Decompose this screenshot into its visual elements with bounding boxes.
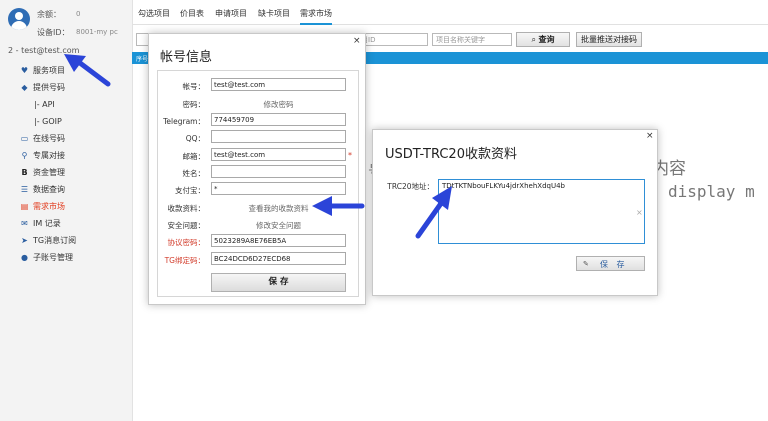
account-dialog-close-icon[interactable]: × — [353, 36, 361, 46]
balance-value: 0 — [76, 10, 81, 18]
protocol-password-field[interactable]: 5023289A8E76EB5A — [211, 234, 346, 247]
sidebar-item-goip[interactable]: |- GOIP — [0, 113, 132, 130]
trc20-address-field[interactable]: TDtTKTNbouFLKYu4jdrXhehXdqU4b — [438, 179, 645, 244]
sidebar-item-label: 专属对接 — [33, 151, 65, 160]
table-header-label: 序号 — [136, 56, 149, 63]
sidebar-item-label: |- GOIP — [34, 117, 62, 126]
bitcoin-icon: B — [21, 168, 28, 177]
sidebar-item-sub-accounts[interactable]: ● 子账号管理 — [0, 249, 132, 266]
document-icon: ▤ — [20, 202, 29, 211]
sidebar-item-label: 服务项目 — [33, 66, 65, 75]
diamond-icon: ◆ — [21, 83, 28, 92]
sidebar-item-label: TG消息订阅 — [33, 236, 77, 245]
telegram-icon: ➤ — [21, 236, 28, 245]
qq-field[interactable] — [211, 130, 346, 143]
email-field[interactable]: test@test.com — [211, 148, 346, 161]
tab-checked-items[interactable]: 勾选项目 — [138, 8, 170, 19]
account-dialog-title: 帐号信息 — [160, 50, 213, 65]
monitor-icon: ▭ — [20, 134, 29, 143]
batch-push-button[interactable]: 批量推送对接码 — [576, 32, 642, 47]
usdt-save-button[interactable]: ✎ 保 存 — [576, 256, 645, 271]
tab-missing-cards[interactable]: 缺卡项目 — [258, 8, 290, 19]
pen-icon: ✎ — [583, 260, 589, 268]
collection-label: 收款资料： — [167, 204, 206, 213]
email-label: 邮箱： — [182, 152, 206, 161]
account-save-button[interactable]: 保 存 — [211, 273, 346, 292]
email-required-mark: * — [348, 151, 352, 160]
sidebar-item-data-query[interactable]: ☰ 数据查询 — [0, 181, 132, 198]
name-field[interactable] — [211, 165, 346, 178]
sidebar-item-label: IM 记录 — [33, 219, 61, 228]
password-label: 密码： — [182, 100, 206, 109]
sidebar-item-label: 子账号管理 — [33, 253, 73, 262]
sidebar-menu: ♥ 服务项目 ◆ 提供号码 |- API |- GOIP ▭ 在线号码 ⚲ 专属… — [0, 62, 132, 266]
heart-icon: ♥ — [20, 66, 29, 75]
clear-icon[interactable]: × — [636, 208, 643, 217]
search-button-label: 查询 — [538, 35, 555, 44]
change-security-link[interactable]: 修改安全问题 — [211, 220, 346, 231]
search-button[interactable]: ⌕ 查询 — [516, 32, 570, 47]
usdt-dialog-title: USDT-TRC20收款资料 — [385, 147, 517, 162]
sidebar-item-tg-subscription[interactable]: ➤ TG消息订阅 — [0, 232, 132, 249]
telegram-field[interactable]: 774459709 — [211, 113, 346, 126]
annotation-arrow-icon — [64, 54, 111, 87]
change-password-link[interactable]: 修改密码 — [211, 99, 346, 110]
usdt-save-label: 保 存 — [600, 260, 628, 269]
sidebar-item-label: |- API — [34, 100, 55, 109]
tab-price-list[interactable]: 价目表 — [180, 8, 204, 19]
alipay-label: 支付宝： — [175, 186, 205, 195]
account-field[interactable]: test@test.com — [211, 78, 346, 91]
list-icon: ☰ — [20, 185, 29, 194]
sidebar-item-label: 提供号码 — [33, 83, 65, 92]
sidebar-item-demand-market[interactable]: ▤ 需求市场 — [0, 198, 132, 215]
name-label: 姓名： — [182, 169, 206, 178]
balance-label: 余额： — [37, 10, 61, 19]
tg-bind-code-field[interactable]: BC24DCD6D27ECD68 — [211, 252, 346, 265]
link-icon: ⚲ — [21, 151, 28, 160]
search-icon: ⌕ — [531, 35, 536, 44]
usdt-dialog-close-icon[interactable]: × — [646, 131, 654, 141]
qq-label: QQ： — [185, 134, 205, 143]
tg-bind-code-label: TG绑定码： — [164, 256, 205, 265]
tab-demand-market[interactable]: 需求市场 — [300, 8, 332, 25]
sidebar-item-label: 数据查询 — [33, 185, 65, 194]
sidebar-item-im-records[interactable]: ✉ IM 记录 — [0, 215, 132, 232]
sidebar-item-api[interactable]: |- API — [0, 96, 132, 113]
users-icon: ● — [21, 253, 28, 262]
security-label: 安全问题： — [167, 221, 206, 230]
sidebar-item-label: 在线号码 — [33, 134, 65, 143]
sidebar-item-funds[interactable]: B 资金管理 — [0, 164, 132, 181]
annotation-arrow-icon — [312, 196, 365, 216]
account-label: 帐号： — [182, 82, 206, 91]
annotation-arrow-icon — [415, 186, 452, 239]
avatar-icon[interactable] — [8, 8, 30, 30]
device-label: 设备ID： — [37, 28, 70, 37]
keyword-input[interactable]: 项目名称关键字 — [432, 33, 512, 46]
device-value: 8001-my pc — [76, 28, 118, 36]
sidebar-item-online-numbers[interactable]: ▭ 在线号码 — [0, 130, 132, 147]
sidebar-item-dedicated[interactable]: ⚲ 专属对接 — [0, 147, 132, 164]
background-text-en: display m — [668, 182, 755, 201]
telegram-label: Telegram： — [163, 117, 205, 126]
protocol-password-label: 协议密码： — [167, 238, 206, 247]
sidebar-item-label: 需求市场 — [33, 202, 65, 211]
sidebar-item-label: 资金管理 — [33, 168, 65, 177]
envelope-icon: ✉ — [21, 219, 28, 228]
tab-apply-items[interactable]: 申请项目 — [215, 8, 247, 19]
